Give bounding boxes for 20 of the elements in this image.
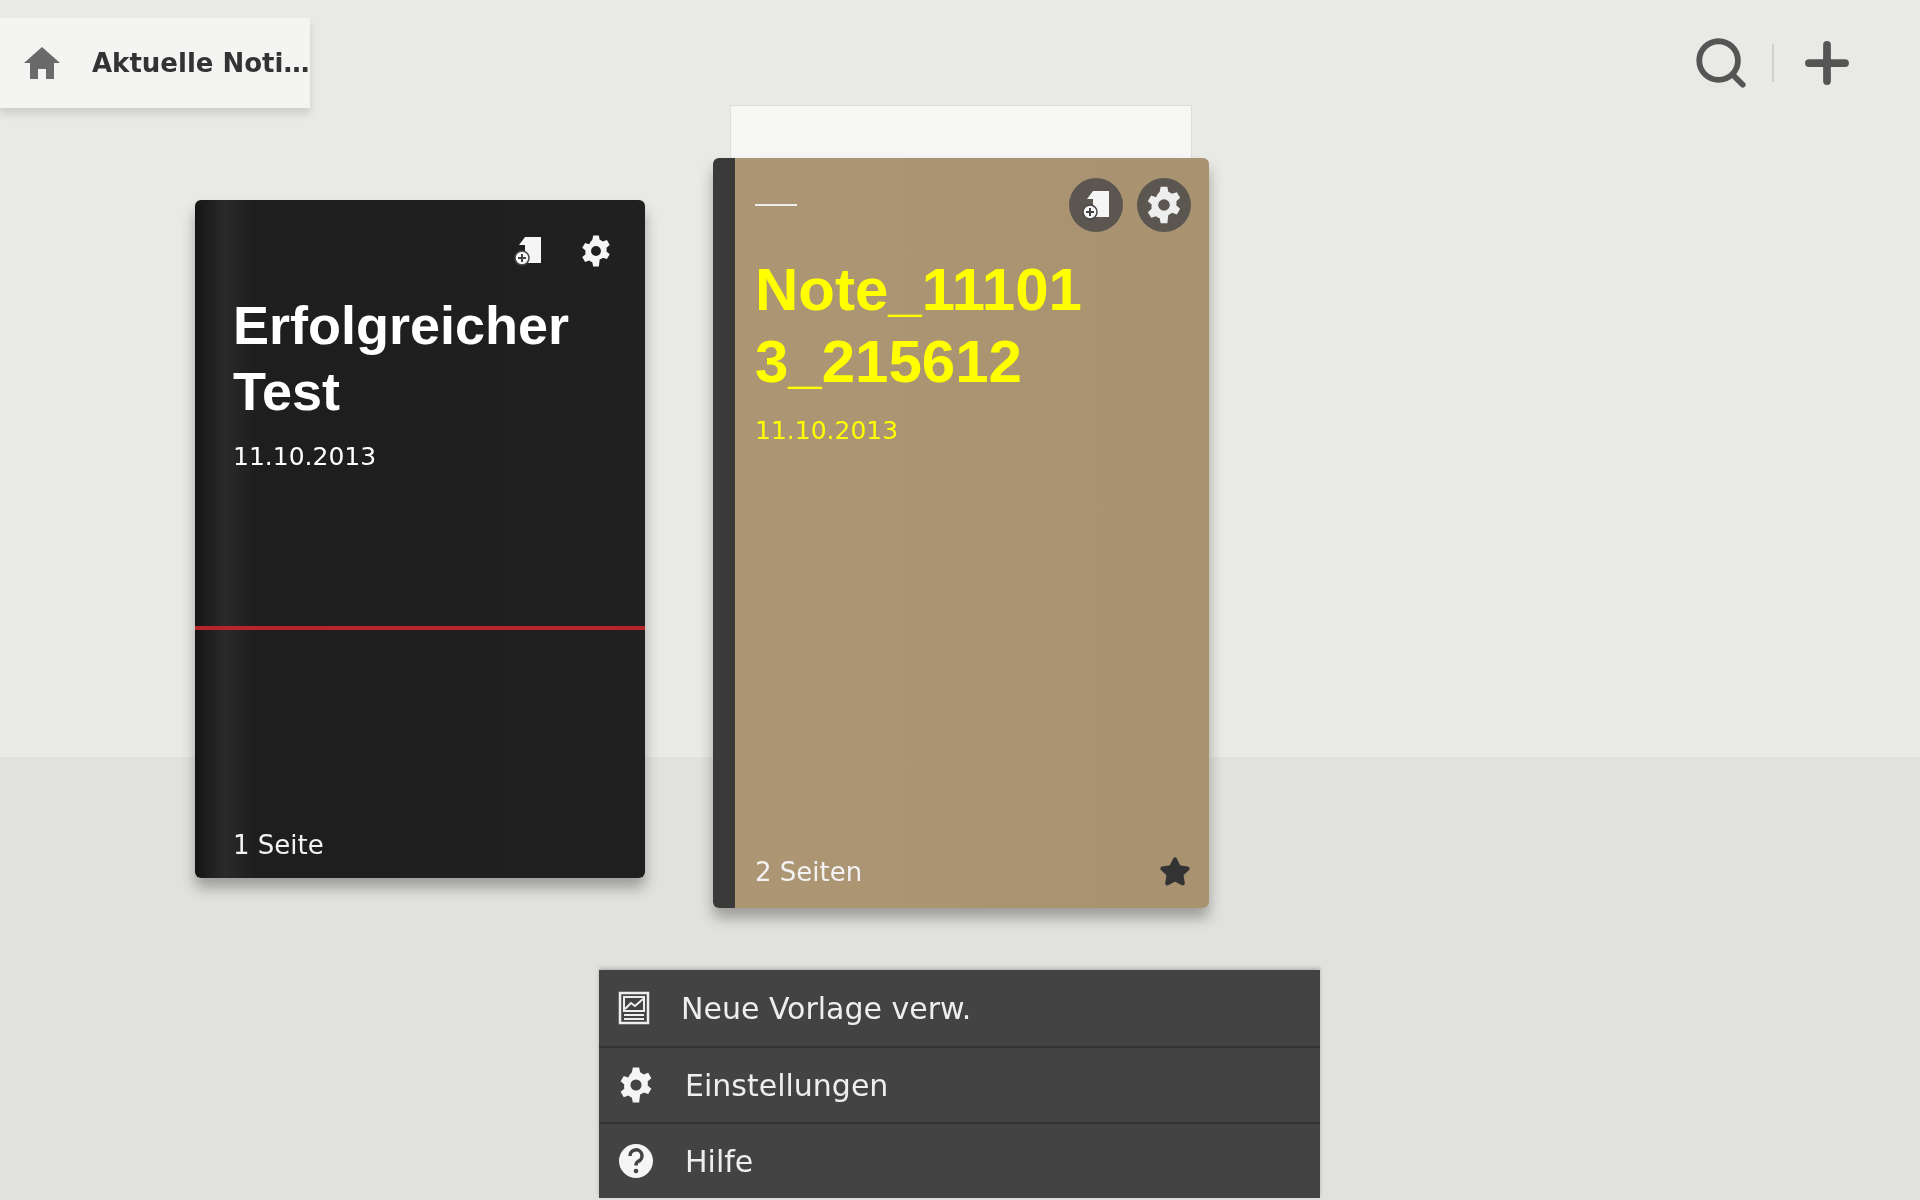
dash-mark (755, 204, 797, 206)
menu-item[interactable]: Einstellungen (599, 1046, 1320, 1122)
notebook-date: 11.10.2013 (755, 416, 900, 445)
notebook-title: Erfolgreicher Test (233, 294, 571, 423)
notebook-title: Note_111013_215612 (755, 255, 1083, 397)
home-button[interactable]: Aktuelle Noti… (0, 18, 310, 108)
add-page-icon (513, 235, 543, 267)
add-page-icon (1081, 189, 1111, 221)
add-page-button[interactable] (1069, 178, 1123, 232)
page-count: 2 Seiten (755, 857, 863, 887)
settings-icon (579, 234, 613, 268)
notebook-date: 11.10.2013 (233, 442, 378, 471)
home-icon (22, 45, 62, 81)
menu-item[interactable]: Neue Vorlage verw. (599, 970, 1320, 1046)
template-icon (617, 991, 651, 1025)
menu-item[interactable]: Hilfe (599, 1122, 1320, 1198)
notebook-cover[interactable]: Erfolgreicher Test 11.10.2013 1 Seite (195, 200, 645, 878)
help-icon (617, 1142, 655, 1180)
page-count: 1 Seite (233, 830, 324, 860)
settings-button[interactable] (1137, 178, 1191, 232)
